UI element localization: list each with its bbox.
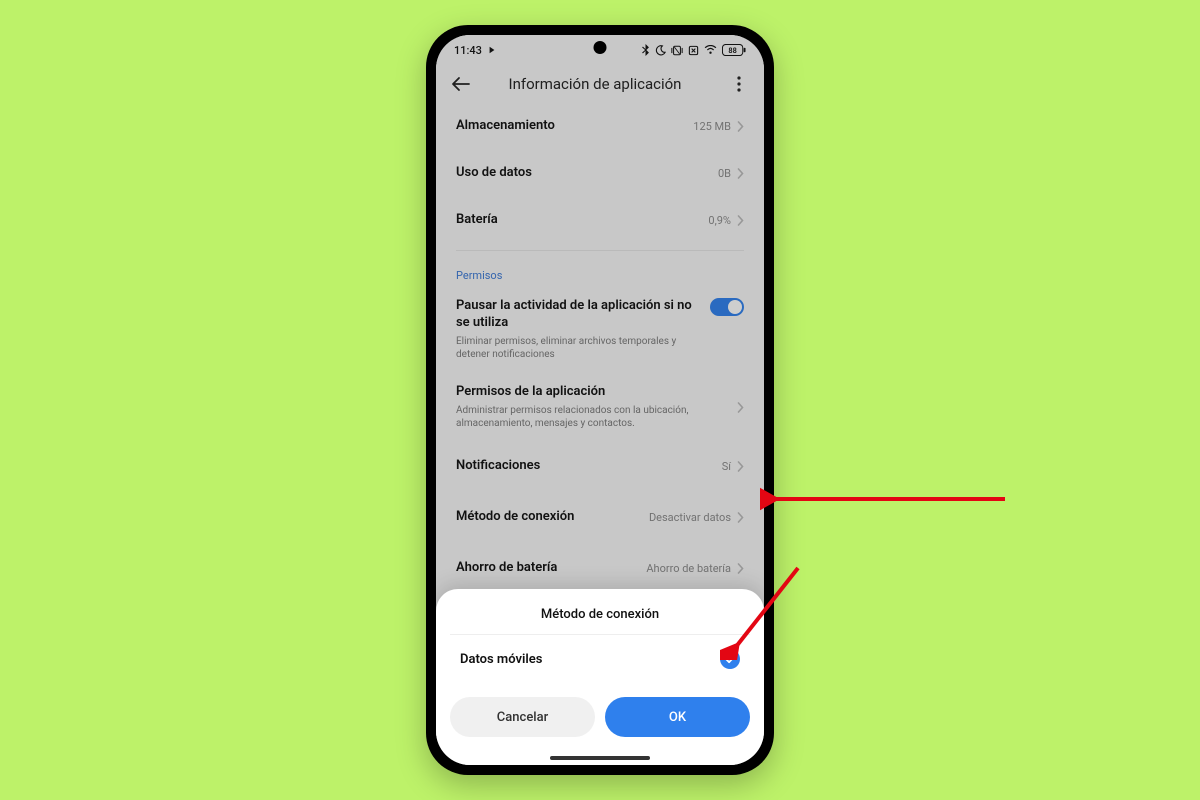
more-icon[interactable] bbox=[728, 73, 750, 95]
row-value: 0,9% bbox=[708, 214, 731, 227]
page-title: Información de aplicación bbox=[486, 75, 704, 93]
row-storage[interactable]: Almacenamiento 125 MB bbox=[436, 103, 764, 150]
app-header: Información de aplicación bbox=[436, 65, 764, 103]
play-icon bbox=[488, 46, 496, 54]
chevron-right-icon bbox=[737, 508, 744, 527]
connection-method-sheet: Método de conexión Datos móviles Cancela… bbox=[436, 589, 764, 765]
row-notifications[interactable]: Notificaciones Sí bbox=[436, 443, 764, 490]
chevron-right-icon bbox=[737, 457, 744, 476]
row-connection-method[interactable]: Método de conexión Desactivar datos bbox=[436, 490, 764, 545]
row-value: 0B bbox=[718, 167, 731, 180]
row-battery[interactable]: Batería 0,9% bbox=[436, 197, 764, 244]
chevron-right-icon bbox=[737, 398, 744, 417]
status-time: 11:43 bbox=[454, 44, 482, 57]
cancel-button[interactable]: Cancelar bbox=[450, 697, 595, 737]
row-label: Permisos de la aplicación bbox=[456, 384, 727, 401]
dnd-moon-icon bbox=[655, 45, 666, 56]
wifi-icon bbox=[704, 45, 717, 55]
row-label: Método de conexión bbox=[456, 509, 574, 526]
row-subtext: Administrar permisos relacionados con la… bbox=[456, 404, 727, 431]
toggle-switch[interactable] bbox=[710, 298, 744, 316]
sheet-option-mobile-data[interactable]: Datos móviles bbox=[450, 634, 750, 683]
row-label: Pausar la actividad de la aplicación si … bbox=[456, 298, 700, 332]
row-value: Ahorro de batería bbox=[646, 562, 731, 575]
row-label: Batería bbox=[456, 212, 498, 229]
section-permissions-label: Permisos bbox=[436, 255, 764, 288]
row-app-permissions[interactable]: Permisos de la aplicación Administrar pe… bbox=[436, 374, 764, 443]
bluetooth-icon bbox=[641, 44, 650, 56]
row-data-usage[interactable]: Uso de datos 0B bbox=[436, 150, 764, 197]
row-label: Almacenamiento bbox=[456, 118, 555, 135]
chevron-right-icon bbox=[737, 559, 744, 578]
row-value: 125 MB bbox=[693, 120, 731, 133]
row-pause-activity[interactable]: Pausar la actividad de la aplicación si … bbox=[436, 288, 764, 374]
row-label: Uso de datos bbox=[456, 165, 532, 182]
annotation-arrow-1 bbox=[760, 484, 1010, 514]
chevron-right-icon bbox=[737, 211, 744, 230]
phone-frame: 11:43 88 Información bbox=[426, 25, 774, 775]
row-label: Ahorro de batería bbox=[456, 560, 557, 577]
screen: 11:43 88 Información bbox=[436, 35, 764, 765]
chevron-right-icon bbox=[737, 117, 744, 136]
row-subtext: Eliminar permisos, eliminar archivos tem… bbox=[456, 335, 700, 362]
row-value: Sí bbox=[722, 460, 731, 473]
vibrate-icon bbox=[671, 45, 683, 56]
back-icon[interactable] bbox=[450, 73, 472, 95]
row-value: Desactivar datos bbox=[649, 511, 731, 524]
divider bbox=[456, 250, 744, 251]
row-battery-saver[interactable]: Ahorro de batería Ahorro de batería bbox=[436, 545, 764, 592]
option-label: Datos móviles bbox=[460, 652, 542, 667]
no-sim-icon bbox=[688, 45, 699, 56]
chevron-right-icon bbox=[737, 164, 744, 183]
svg-text:88: 88 bbox=[728, 46, 736, 55]
sheet-title: Método de conexión bbox=[450, 605, 750, 634]
check-circle-icon bbox=[720, 649, 740, 669]
battery-icon: 88 bbox=[722, 44, 746, 56]
row-label: Notificaciones bbox=[456, 458, 540, 475]
camera-punchhole bbox=[594, 41, 607, 54]
ok-button[interactable]: OK bbox=[605, 697, 750, 737]
home-indicator[interactable] bbox=[550, 756, 650, 760]
